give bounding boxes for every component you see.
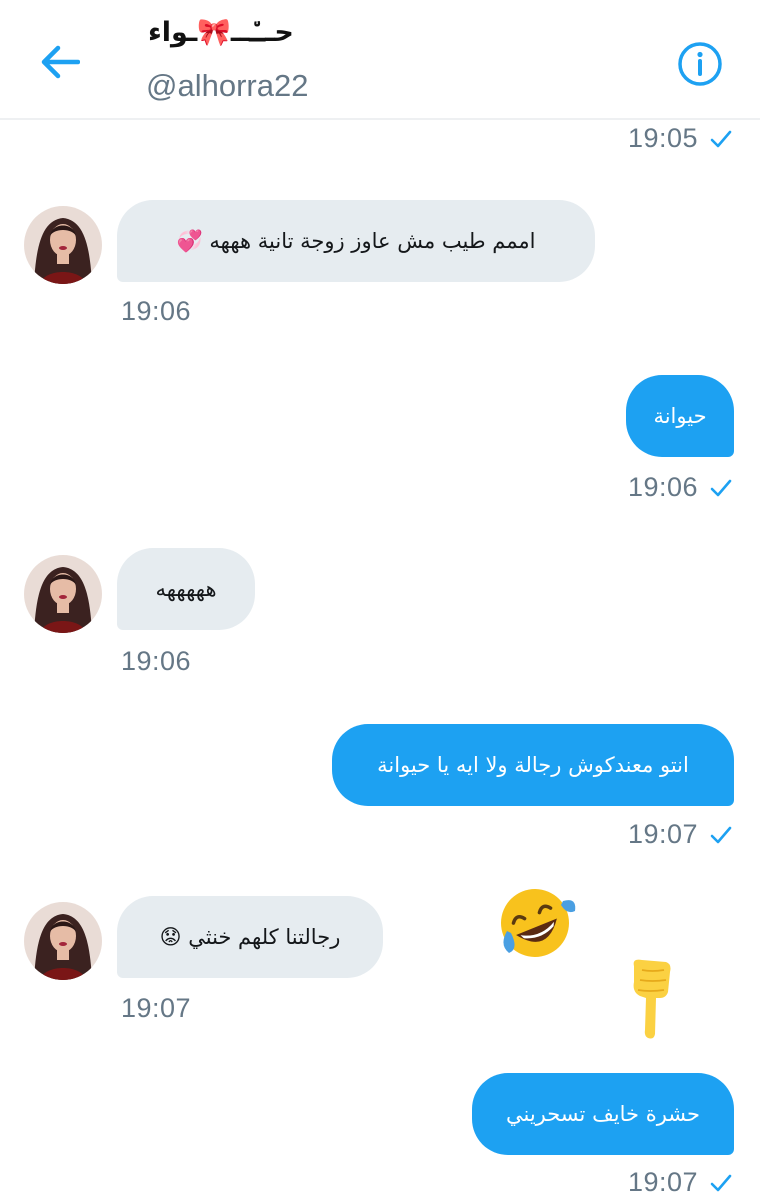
info-button[interactable] <box>676 40 724 88</box>
conversation-header: حــ٘ــ🎀ـواء @alhorra22 <box>0 0 760 120</box>
pointing-down-hand-emoji <box>628 958 674 1044</box>
message-timestamp: 19:07 <box>628 819 732 850</box>
checkmark-icon <box>710 1174 732 1191</box>
checkmark-icon <box>710 479 732 496</box>
message-bubble-outgoing[interactable]: حيوانة <box>626 375 734 457</box>
message-bubble-incoming[interactable]: رجالتنا كلهم خنثي 😟 <box>117 896 383 978</box>
avatar[interactable] <box>24 555 102 633</box>
message-bubble-incoming[interactable]: هههههه <box>117 548 255 630</box>
time-label: 19:07 <box>628 819 699 849</box>
rolling-laughing-emoji <box>493 883 581 971</box>
checkmark-icon <box>710 130 732 147</box>
message-timestamp: 19:07 <box>628 1167 732 1198</box>
message-bubble-outgoing[interactable]: انتو معندكوش رجالة ولا ايه يا حيوانة <box>332 724 734 806</box>
time-label: 19:05 <box>628 123 699 153</box>
checkmark-icon <box>710 826 732 843</box>
message-timestamp: 19:07 <box>121 993 192 1023</box>
avatar[interactable] <box>24 206 102 284</box>
time-label: 19:07 <box>628 1167 699 1197</box>
arrow-left-icon <box>41 45 80 79</box>
avatar[interactable] <box>24 902 102 980</box>
message-bubble-outgoing[interactable]: حشرة خايف تسحريني <box>472 1073 734 1155</box>
message-timestamp: 19:06 <box>121 646 192 676</box>
message-timestamp: 19:05 <box>628 123 732 154</box>
contact-handle[interactable]: @alhorra22 <box>146 68 308 104</box>
back-button[interactable] <box>30 34 90 90</box>
time-label: 19:06 <box>628 472 699 502</box>
message-bubble-incoming[interactable]: اممم طيب مش عاوز زوجة تانية هههه 💞 <box>117 200 595 282</box>
message-timestamp: 19:06 <box>628 472 732 503</box>
contact-name[interactable]: حــ٘ــ🎀ـواء <box>148 16 294 48</box>
info-icon <box>678 42 722 86</box>
message-timestamp: 19:06 <box>121 296 192 326</box>
